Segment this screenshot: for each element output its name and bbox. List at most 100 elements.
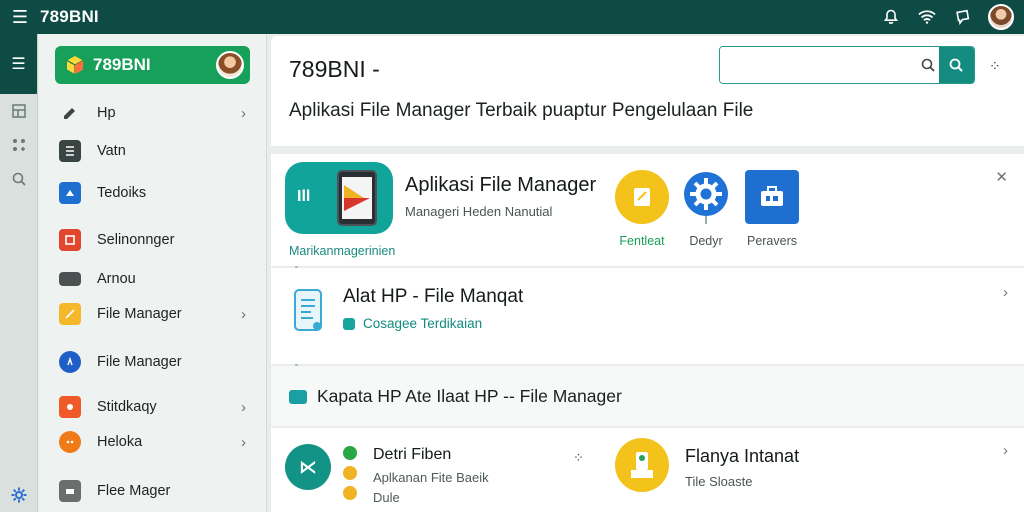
brand-header[interactable]: 789BNI [55,46,250,84]
hamburger-menu-icon[interactable]: ☰ [0,0,40,34]
app-tile-fentleat[interactable]: Fentleat [607,170,677,248]
more-dots-icon[interactable]: ⁘ [573,450,584,466]
app-label: Peravers [746,234,798,248]
card-icon [59,272,81,286]
user-avatar[interactable] [988,4,1014,30]
rail-layout-icon[interactable] [0,94,37,128]
sidebar-item-label: Heloka [97,434,143,450]
page-subtitle: Aplikasi File Manager Terbaik puaptur Pe… [289,100,754,121]
app-bar: ☰ 789BNI [0,0,1024,34]
phone-icon [337,170,377,226]
featured-card[interactable]: Ill Marikanmagerinien Aplikasi File Mana… [271,154,1024,266]
app-label: Dedyr [689,234,723,248]
list-row-kapata-hp[interactable]: Kapata HP Ate Ilaat HP -- File Manager [271,366,1024,426]
sidebar-item-label: Selinonnger [97,232,175,248]
sidebar-item-flee-mager[interactable]: Flee Mager [39,460,266,512]
chevron-right-icon[interactable]: › [1003,284,1008,301]
tag-icon [343,317,355,330]
settings-gear-icon[interactable] [0,486,38,504]
trophy-icon [615,438,669,492]
yellow-dot-icon [343,486,357,500]
sidebar-item-label: Stitdkaqy [97,399,157,415]
app-tile-peravers[interactable]: Peravers [737,170,807,248]
yellow-dot-icon [343,466,357,480]
left-rail: ☰ [0,34,38,512]
note-icon [615,170,669,224]
share-arrow-icon[interactable]: ⋉ [285,444,331,490]
square-icon [59,229,81,251]
row-text: Kapata HP Ate Ilaat HP -- File Manager [317,386,622,406]
printer-icon [59,480,81,502]
sidebar-item-file-manager[interactable]: File Manager › [39,294,266,334]
folder-icon [59,303,81,325]
sidebar-item-label: Arnou [97,271,136,287]
more-grid-icon[interactable]: ⁘ [989,58,1002,75]
status-dots [343,446,359,512]
chat-bubble-icon [289,389,307,404]
page-title: 789BNI - [289,56,380,82]
brand-title: 789BNI [93,55,151,74]
close-icon[interactable]: ✕ [995,168,1008,186]
sidebar-item-label: File Manager [97,354,182,370]
bell-icon[interactable] [880,6,902,28]
cube-logo-icon [66,56,84,74]
app-title: 789BNI [40,7,99,26]
search-box [719,46,975,84]
briefcase-icon [745,170,799,224]
feature-banner-image[interactable]: Ill [285,162,393,234]
sidebar-item-selinonnger[interactable]: Selinonnger [39,216,266,264]
chevron-right-icon: › [241,433,246,451]
card-title: Detri Fiben [373,446,452,463]
card-line: Aplkanan Fite Baeik [373,470,489,485]
card-subtitle: Cosagee Terdikaian [343,316,482,331]
main-content: 789BNI - ⁘ Aplikasi File Manager Terbaik… [271,36,1024,512]
page-header: 789BNI - ⁘ Aplikasi File Manager Terbaik… [271,36,1024,146]
rail-menu-icon[interactable]: ☰ [0,34,37,94]
dots-circle-icon [59,431,81,453]
chevron-right-icon[interactable]: › [1003,442,1008,459]
search-icon [950,58,964,72]
sidebar-item-vatn[interactable]: Vatn [39,132,266,170]
badge-icon [59,182,81,204]
brand-avatar[interactable] [216,51,244,79]
sidebar-item-label: Tedoiks [97,185,147,201]
sidebar-nav: Hp › Vatn Tedoiks Selinonnger Arnou File… [39,94,266,512]
list-card-alat-hp[interactable]: Alat HP - File Manqat Cosagee Terdikaian… [271,268,1024,364]
card-right-title: Flanya Intanat [685,446,800,466]
chevron-right-icon: › [241,398,246,416]
card-line: Dule [373,490,400,505]
search-icon[interactable] [917,47,939,83]
chat-icon[interactable] [952,6,974,28]
row-line: Kapata HP Ate Ilaat HP -- File Manager [289,386,622,407]
pencil-icon [59,102,81,124]
sidebar: 789BNI Hp › Vatn Tedoiks Selinonnger Arn… [39,34,298,512]
app-label: Fentleat [619,234,665,248]
rail-grid-icon[interactable] [0,128,37,162]
sidebar-item-file-manager-2[interactable]: File Manager [39,334,266,390]
share-icon [59,396,81,418]
search-input[interactable] [720,47,917,83]
card-title: Aplikasi File Manager [405,174,597,196]
app-tile-dedyr[interactable]: Dedyr [671,170,741,248]
document-icon [294,289,322,331]
chevron-right-icon: › [241,104,246,122]
list-card-detri-fiben[interactable]: ⋉ Detri Fiben Aplkanan Fite Baeik Dule ⁘… [271,428,1024,512]
wifi-icon[interactable] [916,6,938,28]
green-dot-icon [343,446,357,460]
rail-search-icon[interactable] [0,162,37,196]
sidebar-item-hp[interactable]: Hp › [39,94,266,132]
list-icon [59,140,81,162]
feature-caption: Marikanmagerinien [289,244,396,258]
sidebar-item-heloka[interactable]: Heloka › [39,424,266,460]
card-title: Alat HP - File Manqat [343,286,524,307]
sidebar-item-label: Vatn [97,143,126,159]
search-button[interactable] [938,47,974,83]
sidebar-item-tedoiks[interactable]: Tedoiks [39,170,266,216]
sidebar-item-label: Flee Mager [97,483,171,499]
compass-icon [59,351,81,373]
sidebar-item-arnou[interactable]: Arnou [39,264,266,294]
sidebar-item-label: Hp [97,105,116,121]
sidebar-item-label: File Manager [97,306,182,322]
gear-pin-icon [679,170,733,224]
sidebar-item-stitdkaqy[interactable]: Stitdkaqy › [39,390,266,424]
